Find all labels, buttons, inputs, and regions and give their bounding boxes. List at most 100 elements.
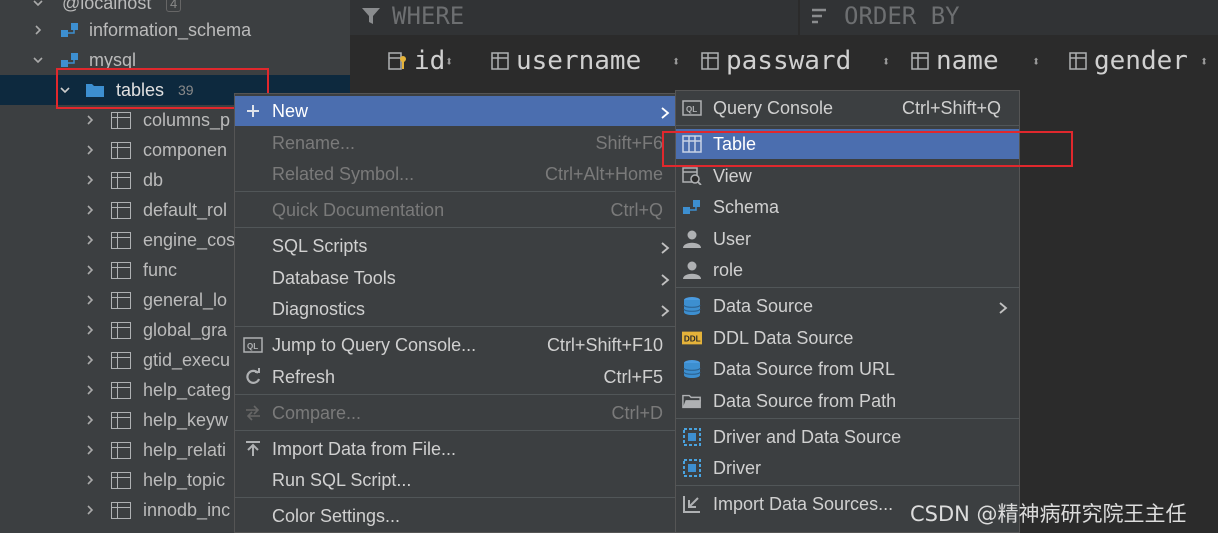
svg-text:QL: QL: [247, 342, 258, 351]
menu-item-compare[interactable]: Compare... Ctrl+D: [235, 398, 675, 428]
table-icon: [111, 351, 131, 369]
tree-row-schema[interactable]: information_schema: [0, 15, 350, 45]
menu-item-import-data-from-file[interactable]: Import Data from File...: [235, 434, 675, 464]
submenu-item-data-source[interactable]: Data Source: [676, 291, 1019, 321]
order-by-filter[interactable]: ORDER BY: [810, 2, 960, 30]
chevron-right-icon[interactable]: [82, 292, 98, 308]
chevron-right-icon[interactable]: [82, 142, 98, 158]
menu-item-sql-scripts[interactable]: SQL Scripts: [235, 231, 675, 261]
menu-item-label: Data Source: [713, 295, 814, 316]
menu-item-related-symbol[interactable]: Related Symbol... Ctrl+Alt+Home: [235, 159, 675, 189]
chevron-right-icon[interactable]: [30, 22, 46, 38]
menu-item-database-tools[interactable]: Database Tools: [235, 263, 675, 293]
submenu-item-query-console[interactable]: QL Query Console Ctrl+Shift+Q: [676, 93, 1019, 123]
table-icon: [111, 381, 131, 399]
menu-item-label: Rename...: [272, 132, 356, 153]
menu-item-label: Diagnostics: [272, 298, 366, 319]
menu-item-quick-documentation[interactable]: Quick Documentation Ctrl+Q: [235, 195, 675, 225]
menu-separator: [235, 227, 675, 228]
sort-toggle-icon[interactable]: ⬍: [672, 54, 680, 70]
chevron-down-icon[interactable]: [30, 52, 46, 68]
menu-item-label: Run SQL Script...: [272, 469, 412, 490]
chevron-right-icon[interactable]: [82, 442, 98, 458]
submenu-item-data-source-from-path[interactable]: Data Source from Path: [676, 386, 1019, 416]
chevron-right-icon[interactable]: [82, 352, 98, 368]
sort-toggle-icon[interactable]: ⬍: [1032, 54, 1040, 70]
chevron-down-icon[interactable]: [57, 82, 73, 98]
chevron-right-icon[interactable]: [82, 232, 98, 248]
table-icon: [111, 411, 131, 429]
column-header[interactable]: name: [910, 46, 999, 76]
menu-item-refresh[interactable]: Refresh Ctrl+F5: [235, 362, 675, 392]
refresh-icon: [243, 367, 263, 387]
column-header[interactable]: id: [388, 46, 445, 76]
table-icon: [111, 441, 131, 459]
chevron-right-icon[interactable]: [82, 112, 98, 128]
submenu-item-schema[interactable]: Schema: [676, 192, 1019, 222]
chevron-right-icon[interactable]: [82, 322, 98, 338]
submenu-item-view[interactable]: View: [676, 161, 1019, 191]
submenu-item-data-source-from-url[interactable]: Data Source from URL: [676, 354, 1019, 384]
submenu-item-driver-and-data-source[interactable]: Driver and Data Source: [676, 422, 1019, 452]
column-header[interactable]: username: [490, 46, 641, 76]
menu-item-label: Data Source from URL: [713, 358, 896, 379]
menu-item-jump-to-query-console[interactable]: QL Jump to Query Console... Ctrl+Shift+F10: [235, 330, 675, 360]
menu-item-color-settings[interactable]: Color Settings...: [235, 501, 675, 531]
order-by-label: ORDER BY: [844, 2, 960, 30]
folder-icon: [682, 391, 702, 411]
table-name: engine_cos: [143, 229, 236, 250]
tables-folder-label: tables: [116, 79, 165, 100]
sort-toggle-icon[interactable]: ⬍: [1200, 54, 1208, 70]
plus-icon: [243, 101, 263, 121]
submenu-item-table[interactable]: Table: [676, 129, 1019, 159]
menu-item-label: Import Data from File...: [272, 438, 457, 459]
chevron-right-icon[interactable]: [82, 202, 98, 218]
menu-item-label: Color Settings...: [272, 505, 401, 526]
column-name: id: [414, 46, 446, 76]
chevron-right-icon[interactable]: [82, 502, 98, 518]
chevron-right-icon[interactable]: [82, 382, 98, 398]
compare-icon: [243, 403, 263, 423]
submenu-item-role[interactable]: role: [676, 255, 1019, 285]
submenu-item-driver[interactable]: Driver: [676, 453, 1019, 483]
table-icon: [111, 141, 131, 159]
column-icon: [911, 52, 929, 70]
menu-item-run-sql-script[interactable]: Run SQL Script...: [235, 465, 675, 495]
chevron-right-icon[interactable]: [82, 412, 98, 428]
svg-text:QL: QL: [686, 105, 697, 114]
table-name: help_topic: [143, 469, 226, 490]
menu-item-new[interactable]: New: [235, 96, 675, 126]
import-icon: [243, 439, 263, 459]
table-name: global_gra: [143, 319, 228, 340]
tables-count: 39: [178, 82, 194, 98]
table-name: innodb_inc: [143, 499, 231, 520]
column-header[interactable]: gender: [1068, 46, 1188, 76]
menu-item-rename[interactable]: Rename... Shift+F6: [235, 128, 675, 158]
column-name: username: [516, 46, 642, 76]
tree-row-schema[interactable]: mysql: [0, 45, 350, 75]
filter-icon: [362, 8, 380, 24]
menu-item-label: Table: [713, 133, 757, 154]
chevron-right-icon[interactable]: [82, 472, 98, 488]
chevron-right-icon: [659, 271, 671, 286]
menu-separator: [676, 485, 1019, 486]
menu-item-label: role: [713, 259, 744, 280]
chevron-down-icon[interactable]: [30, 0, 46, 11]
sort-toggle-icon[interactable]: ⬍: [445, 54, 453, 70]
database-icon: [682, 296, 702, 316]
sort-toggle-icon[interactable]: ⬍: [882, 54, 890, 70]
table-icon: [111, 111, 131, 129]
submenu-item-ddl-data-source[interactable]: DDL DDL Data Source: [676, 323, 1019, 353]
column-header[interactable]: passward: [700, 46, 851, 76]
where-filter[interactable]: WHERE: [360, 2, 464, 30]
menu-item-diagnostics[interactable]: Diagnostics: [235, 294, 675, 324]
table-name: help_categ: [143, 379, 232, 400]
menu-item-shortcut: Ctrl+Shift+Q: [901, 97, 1001, 118]
menu-separator: [235, 394, 675, 395]
submenu-item-user[interactable]: User: [676, 224, 1019, 254]
chevron-right-icon[interactable]: [82, 262, 98, 278]
chevron-right-icon[interactable]: [82, 172, 98, 188]
ql-icon: QL: [243, 335, 263, 355]
ddl-icon: DDL: [682, 328, 702, 348]
menu-separator: [235, 497, 675, 498]
